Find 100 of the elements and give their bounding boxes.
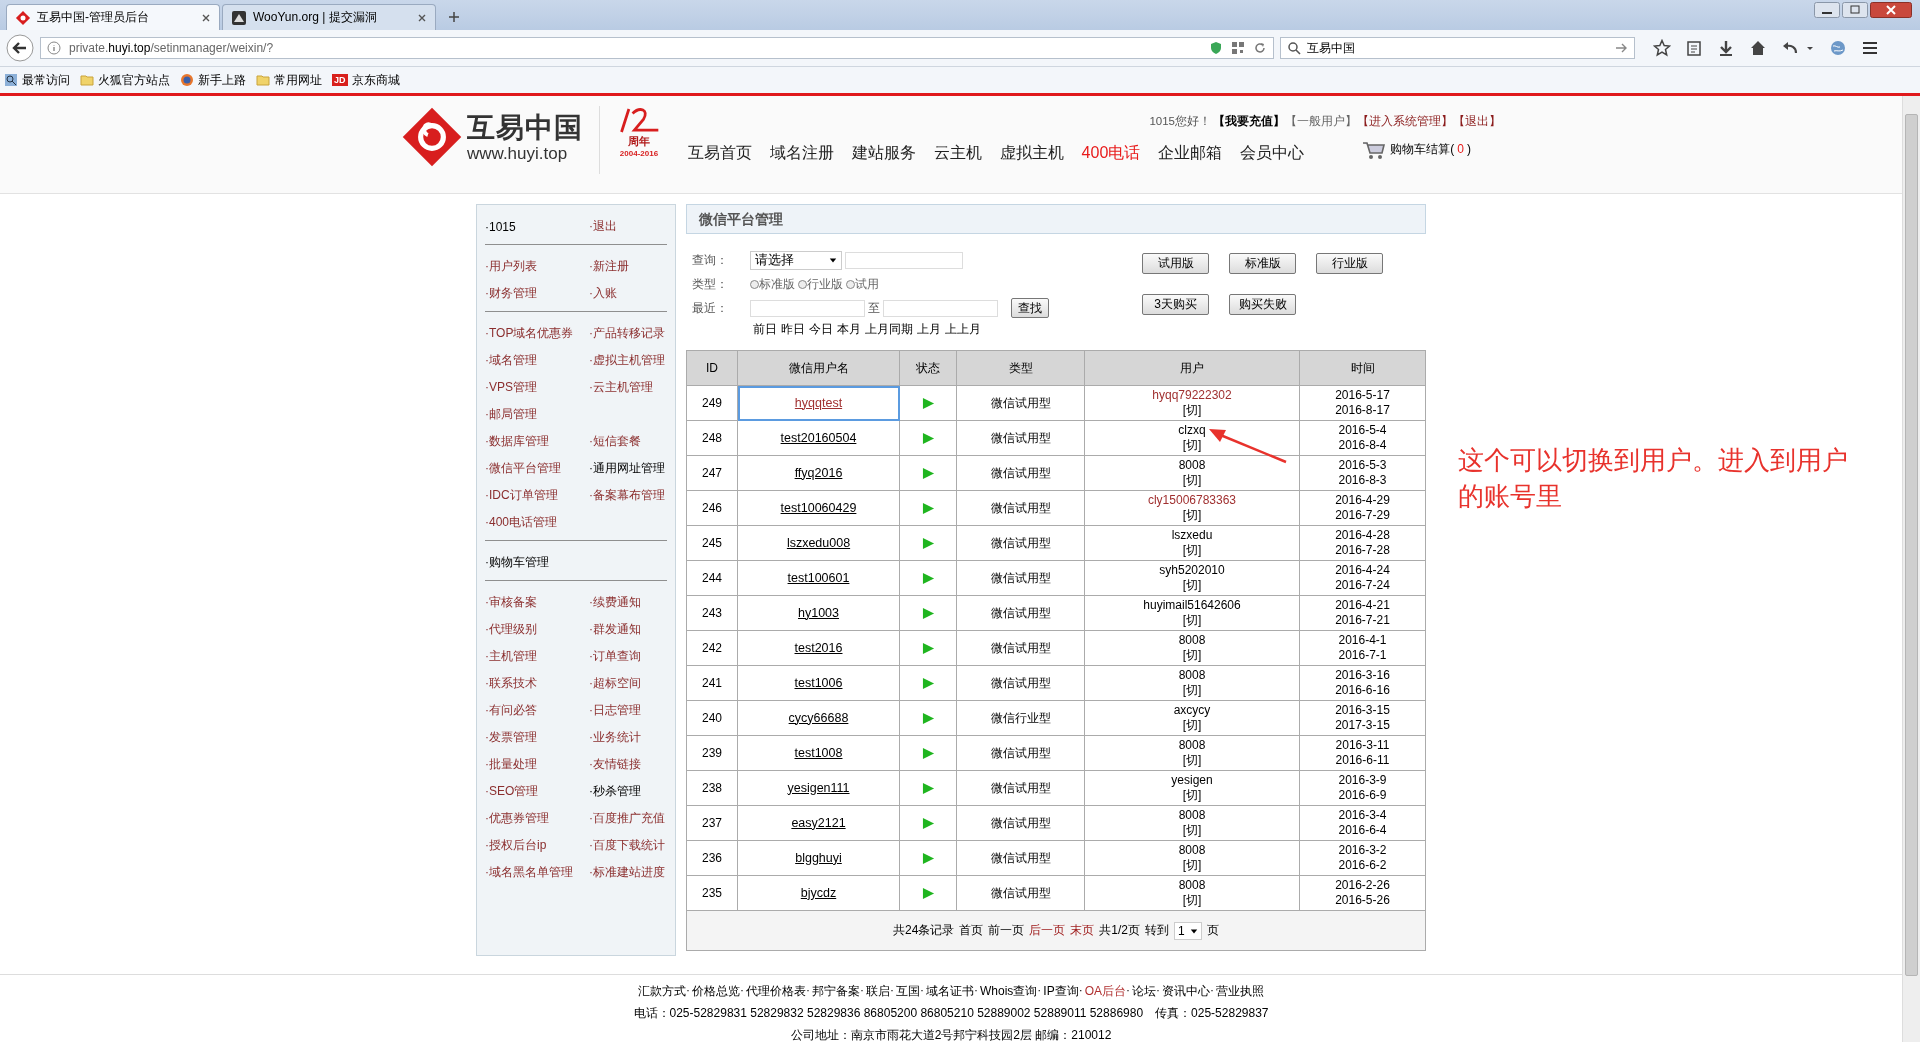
find-button[interactable]: 查找	[1011, 298, 1049, 318]
account-link[interactable]: hyqqtest	[794, 395, 843, 410]
sidebar-link[interactable]: ·授权后台ip	[485, 837, 589, 854]
cart-link[interactable]: 购物车结算( 0 )	[1390, 141, 1471, 158]
sidebar-link[interactable]: ·IDC订单管理	[485, 487, 589, 504]
sidebar-link[interactable]: ·SEO管理	[485, 783, 589, 800]
user-link[interactable]: 【一般用户】	[1285, 114, 1357, 129]
sidebar-link[interactable]: ·1015	[485, 219, 589, 234]
menu-icon[interactable]	[1861, 39, 1879, 57]
new-tab-icon[interactable]	[448, 11, 460, 23]
account-link[interactable]: test1008	[794, 745, 843, 760]
pager-link[interactable]: 共24条记录	[892, 922, 955, 939]
footer-link[interactable]: IP查询	[1043, 983, 1079, 1000]
sidebar-link[interactable]: ·产品转移记录	[589, 325, 667, 342]
sidebar-link[interactable]: ·秒杀管理	[589, 783, 667, 800]
query-select[interactable]: 请选择	[750, 250, 842, 270]
minimize-icon[interactable]	[1814, 2, 1840, 18]
pager-link[interactable]: 末页	[1070, 922, 1095, 939]
end-date-input[interactable]	[883, 299, 998, 317]
footer-link[interactable]: 论坛	[1132, 983, 1156, 1000]
filter-button[interactable]: 试用版	[1142, 253, 1209, 274]
bookmark-item[interactable]: 最常访问	[4, 71, 70, 89]
switch-link[interactable]: [切]	[1182, 473, 1202, 488]
bookmark-item[interactable]: JD 京东商城	[332, 71, 400, 89]
qr-code-icon[interactable]	[1231, 41, 1245, 55]
close-icon[interactable]	[1870, 2, 1912, 18]
sidebar-link[interactable]: ·有问必答	[485, 702, 589, 719]
account-link[interactable]: test2016	[794, 640, 843, 655]
switch-link[interactable]: [切]	[1182, 858, 1202, 873]
download-icon[interactable]	[1717, 39, 1735, 57]
footer-link[interactable]: 营业执照	[1216, 983, 1264, 1000]
filter-button[interactable]: 3天购买	[1142, 294, 1209, 315]
close-icon[interactable]	[417, 12, 427, 23]
sidebar-link[interactable]: ·财务管理	[485, 285, 589, 302]
sidebar-link[interactable]: ·代理级别	[485, 621, 589, 638]
sidebar-link[interactable]: ·虚拟主机管理	[589, 352, 667, 369]
switch-link[interactable]: [切]	[1182, 823, 1202, 838]
sidebar-link[interactable]: ·发票管理	[485, 729, 589, 746]
sidebar-link[interactable]: ·通用网址管理	[589, 460, 667, 477]
switch-link[interactable]: [切]	[1182, 788, 1202, 803]
sidebar-link[interactable]: ·数据库管理	[485, 433, 589, 450]
bookmark-item[interactable]: 常用网址	[256, 71, 322, 89]
footer-link[interactable]: 价格总览	[692, 983, 740, 1000]
nav-link[interactable]: 域名注册	[769, 143, 834, 164]
sidebar-link[interactable]: ·批量处理	[485, 756, 589, 773]
account-link[interactable]: test1006	[794, 675, 843, 690]
back-icon[interactable]	[6, 34, 34, 62]
date-shortcut-link[interactable]: 上月同期	[865, 321, 913, 338]
switch-link[interactable]: [切]	[1182, 403, 1202, 418]
go-arrow-icon[interactable]	[1614, 41, 1628, 55]
nav-link[interactable]: 云主机	[933, 143, 982, 164]
nav-link[interactable]: 会员中心	[1240, 143, 1305, 164]
footer-link[interactable]: OA后台	[1084, 983, 1126, 1000]
date-shortcut-link[interactable]: 昨日	[781, 321, 805, 338]
date-shortcut-link[interactable]: 上上月	[945, 321, 981, 338]
switch-link[interactable]: [切]	[1182, 438, 1202, 453]
shield-icon[interactable]	[1209, 41, 1223, 55]
sidebar-link[interactable]: ·业务统计	[589, 729, 667, 746]
sidebar-link[interactable]: ·订单查询	[589, 648, 667, 665]
clipboard-icon[interactable]	[1685, 39, 1703, 57]
footer-link[interactable]: 联启	[866, 983, 890, 1000]
sidebar-link[interactable]: ·域名管理	[485, 352, 589, 369]
sidebar-link[interactable]: ·百度下载统计	[589, 837, 667, 854]
start-date-input[interactable]	[750, 299, 865, 317]
query-input[interactable]	[845, 251, 963, 269]
account-link[interactable]: test20160504	[780, 430, 857, 445]
user-link[interactable]: 【我要充值】	[1213, 114, 1285, 129]
sidebar-link[interactable]: ·购物车管理	[485, 554, 589, 571]
nav-link[interactable]: 虚拟主机	[999, 143, 1064, 164]
sidebar-link[interactable]: ·标准建站进度	[589, 864, 667, 881]
filter-button[interactable]: 标准版	[1229, 253, 1296, 274]
switch-link[interactable]: [切]	[1182, 753, 1202, 768]
footer-link[interactable]: 资讯中心	[1162, 983, 1210, 1000]
switch-link[interactable]: [切]	[1182, 508, 1202, 523]
sidebar-link[interactable]: ·友情链接	[589, 756, 667, 773]
footer-link[interactable]: 邦宁备案	[812, 983, 860, 1000]
sidebar-link[interactable]: ·群发通知	[589, 621, 667, 638]
switch-link[interactable]: [切]	[1182, 578, 1202, 593]
pager-link[interactable]: 共1/2页	[1099, 922, 1140, 939]
pager-link[interactable]: 前一页	[988, 922, 1025, 939]
sidebar-link[interactable]: ·审核备案	[485, 594, 589, 611]
browser-tab[interactable]: WooYun.org | 提交漏洞	[222, 4, 436, 30]
type-radio[interactable]: 行业版	[798, 275, 843, 293]
account-link[interactable]: cycy66688	[788, 710, 849, 725]
user-link[interactable]: 【退出】	[1453, 114, 1501, 129]
sidebar-link[interactable]: ·400电话管理	[485, 514, 589, 531]
sidebar-link[interactable]: ·主机管理	[485, 648, 589, 665]
account-link[interactable]: ffyq2016	[794, 465, 843, 480]
info-icon[interactable]	[47, 41, 61, 55]
user-link[interactable]: 【进入系统管理】	[1357, 114, 1453, 129]
switch-link[interactable]: [切]	[1182, 543, 1202, 558]
switch-link[interactable]: [切]	[1182, 683, 1202, 698]
account-link[interactable]: hy1003	[798, 605, 839, 620]
page-select[interactable]: 1	[1174, 921, 1202, 940]
browser-tab[interactable]: 互易中国-管理员后台	[6, 4, 220, 30]
sidebar-link[interactable]: ·日志管理	[589, 702, 667, 719]
filter-button[interactable]: 行业版	[1316, 253, 1383, 274]
globe-icon[interactable]	[1829, 39, 1847, 57]
account-link[interactable]: lszxedu008	[786, 535, 851, 550]
footer-link[interactable]: Whois查询	[980, 983, 1038, 1000]
